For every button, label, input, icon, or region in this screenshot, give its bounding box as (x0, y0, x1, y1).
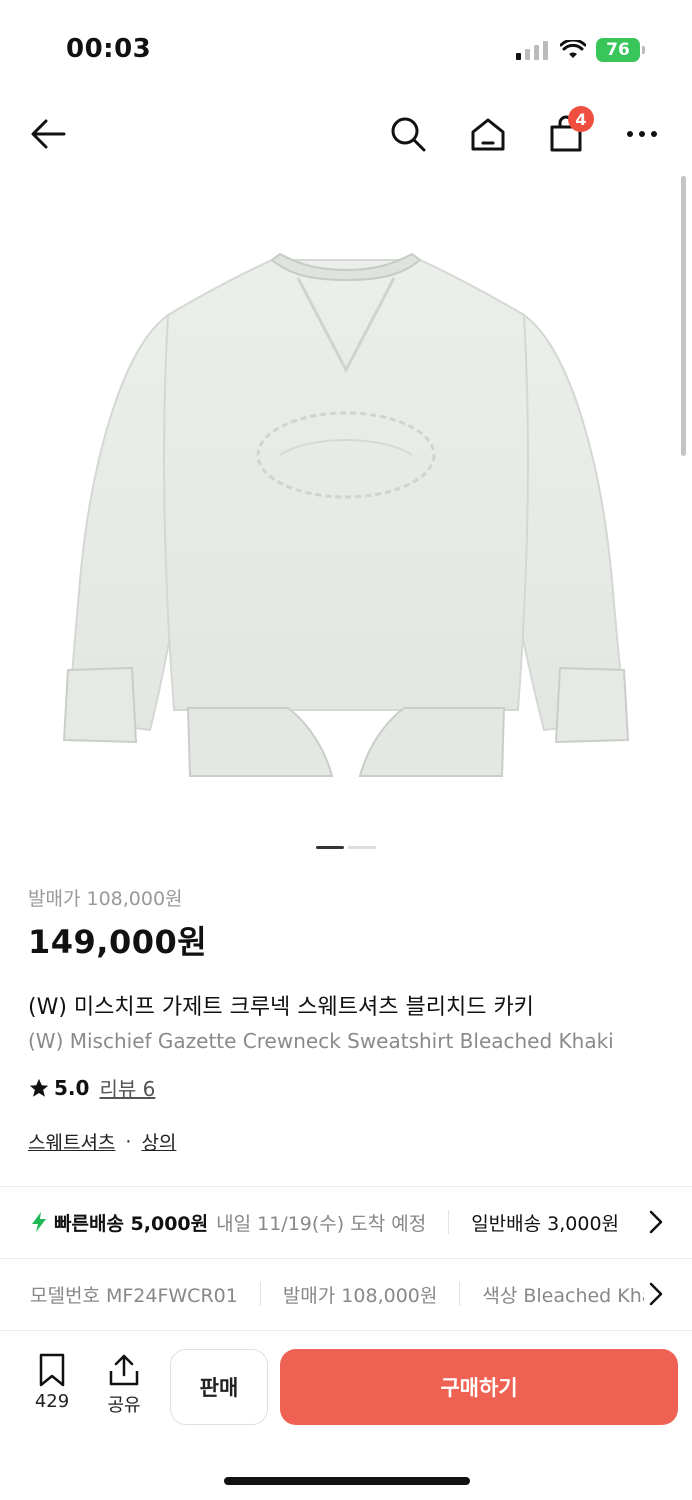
share-icon (109, 1354, 139, 1386)
pagination-dot-active[interactable] (316, 846, 344, 849)
rating-row: 5.0 리뷰 6 (28, 1073, 688, 1102)
review-link[interactable]: 리뷰 6 (99, 1073, 155, 1102)
release-price: 발매가 108,000원 (28, 888, 183, 910)
spec-release-price: 발매가 108,000원 (282, 1284, 438, 1307)
share-button[interactable]: 공유 (98, 1353, 150, 1417)
home-button[interactable] (466, 112, 510, 156)
product-price: 149,000원 (28, 923, 208, 961)
bolt-icon (32, 1212, 46, 1232)
pagination-dot[interactable] (348, 846, 376, 849)
spec-color: 색상 Bleached Khaki (482, 1284, 670, 1307)
star-icon (29, 1078, 49, 1097)
image-pagination (316, 846, 376, 849)
delivery-options[interactable]: 빠른배송 5,000원 내일 11/19(수) 도착 예정 일반배송 3,000… (0, 1186, 692, 1258)
cart-count-badge: 4 (568, 106, 594, 132)
search-icon (391, 117, 426, 152)
specs-chevron[interactable] (644, 1280, 668, 1308)
divider (448, 1210, 450, 1234)
back-button[interactable] (26, 112, 70, 156)
standard-delivery-label: 일반배송 3,000원 (471, 1212, 620, 1235)
rating-score: 5.0 (54, 1075, 90, 1100)
battery-indicator: 76 (596, 38, 645, 62)
home-indicator (224, 1477, 470, 1485)
more-icon (627, 131, 657, 137)
fast-delivery-label: 빠른배송 5,000원 (54, 1212, 209, 1235)
model-number: 모델번호 MF24FWCR01 (30, 1284, 238, 1307)
divider (259, 1282, 261, 1306)
status-bar: 00:03 76 (0, 0, 692, 90)
category-breadcrumb: 스웨트셔츠 · 상의 (28, 1128, 688, 1155)
share-label: 공유 (107, 1395, 141, 1416)
status-time: 00:03 (66, 34, 152, 64)
product-name-english: (W) Mischief Gazette Crewneck Sweatshirt… (28, 1029, 614, 1053)
more-button[interactable] (620, 112, 664, 156)
top-nav: 4 (0, 100, 692, 166)
bottom-action-bar: 429 공유 판매 구매하기 (0, 1330, 692, 1500)
product-name-korean: (W) 미스치프 가제트 크루넥 스웨트셔츠 블리치드 카키 (28, 995, 534, 1020)
fast-delivery-date: 내일 11/19(수) 도착 예정 (216, 1212, 427, 1235)
sell-button[interactable]: 판매 (170, 1349, 268, 1425)
wishlist-count: 429 (34, 1391, 70, 1412)
category-link-top[interactable]: 상의 (141, 1128, 176, 1155)
search-button[interactable] (386, 112, 430, 156)
bookmark-icon (39, 1353, 65, 1387)
home-icon (471, 118, 505, 151)
chevron-right-icon (649, 1282, 663, 1306)
category-separator: · (125, 1130, 132, 1153)
chevron-right-icon (649, 1210, 663, 1234)
wishlist-button[interactable]: 429 (26, 1353, 78, 1412)
sweatshirt-image (62, 252, 630, 777)
scroll-indicator (681, 176, 686, 456)
status-icons: 76 (516, 38, 645, 62)
cart-button[interactable]: 4 (544, 106, 594, 156)
category-link-sweatshirt[interactable]: 스웨트셔츠 (28, 1128, 115, 1155)
back-arrow-icon (31, 119, 66, 149)
buy-button[interactable]: 구매하기 (280, 1349, 678, 1425)
product-image[interactable] (40, 220, 652, 820)
wifi-icon (560, 40, 586, 58)
divider (459, 1282, 461, 1306)
product-specs[interactable]: 모델번호 MF24FWCR01 발매가 108,000원 색상 Bleached… (0, 1258, 692, 1330)
delivery-chevron[interactable] (644, 1208, 668, 1236)
signal-icon (516, 41, 548, 60)
product-info: 발매가 108,000원 149,000원 (W) 미스치프 가제트 크루넥 스… (28, 884, 688, 1155)
